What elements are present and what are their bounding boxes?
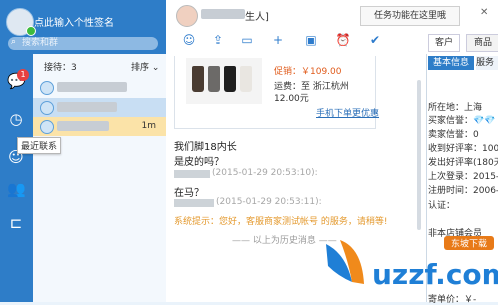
task-tip: 任务功能在这里哦 [360,6,460,26]
add-user-icon[interactable]: + [267,33,289,47]
uzzf-watermark-logo: 东坡下载 uzzf.com [318,232,498,302]
file-icon[interactable]: ⇪ [207,33,229,47]
mobile-order-link[interactable]: 手机下单更优惠 [316,106,379,119]
field-location: 所在地：上海 [428,103,483,113]
contact-avatar [40,81,54,95]
watermark-brand: uzzf.com [372,258,498,291]
message-text: 我们脚18内长 [174,142,237,153]
video-icon[interactable]: ▭ [236,33,258,47]
tab-basic-info[interactable]: 基本信息 [428,56,474,70]
sort-button[interactable]: 排序 ⌄ [131,60,159,73]
recent-clock-icon[interactable]: ◷ [7,110,25,128]
tools-icon[interactable]: ⊏ [7,214,25,232]
emoji-icon[interactable]: ☺ [178,33,200,47]
product-shipping: 运费：至 浙江杭州 12.00元 [274,82,349,104]
field-certification: 认证： [428,201,456,211]
chat-name-blurred [201,9,245,19]
field-last-login: 上次登录：2015-01- [428,172,498,182]
tab-service[interactable]: 服务 [476,56,498,70]
contact-name [57,121,109,131]
scrollbar[interactable] [417,80,421,230]
group-icon[interactable]: 👥 [7,180,26,198]
field-positive-received: 收到好评率：100% [428,144,498,154]
contact-avatar [40,120,54,134]
search-icon: ⌕ [11,37,17,47]
product-price: 促销：￥109.00 [274,67,342,77]
message-time: (2015-01-29 20:53:11): [216,197,322,207]
field-buyer-rating: 买家信誉：💎💎 [428,116,496,126]
message-text: 在马？ [174,188,204,199]
field-positive-given: 发出好评率(180天)： [428,158,498,168]
sender-blurred [174,199,214,207]
screen-share-icon[interactable]: ▣ [300,33,322,47]
contact-name [57,102,117,112]
watermark-tag: 东坡下载 [451,238,487,250]
contact-row[interactable]: 1m [33,117,166,136]
reception-count: 接待：3 [44,63,77,73]
message-time: (2015-01-29 20:53:10): [212,168,318,178]
field-seller-rating: 卖家信誉：0 [428,130,479,140]
signature-text[interactable]: 点此输入个性签名 [34,14,114,29]
message-text: 是皮的吗？ [174,157,224,168]
chat-avatar[interactable] [176,5,198,27]
contact-row[interactable] [33,98,166,117]
alarm-icon[interactable]: ⏰ [332,33,354,47]
sender-blurred [174,170,210,178]
system-message: 系统提示：您好，客服商家测试帐号 的服务，请稍等! [174,217,388,227]
tab-customer[interactable]: 客户 [428,34,460,52]
contact-time: 1m [141,121,157,131]
product-image [186,58,262,104]
search-input[interactable]: 搜索和群 [8,37,158,50]
contact-row[interactable] [33,78,166,97]
tooltip: 最近联系 [17,137,62,154]
field-register-time: 注册时间：2006-11- [428,186,498,196]
close-icon[interactable]: ✕ [480,7,488,18]
unread-badge: 1 [17,69,29,81]
tab-product[interactable]: 商品 [466,34,498,52]
chat-name: 生人] [245,12,269,23]
task-icon[interactable]: ✔ [364,33,386,47]
contact-avatar [40,101,54,115]
contact-name [57,82,127,92]
